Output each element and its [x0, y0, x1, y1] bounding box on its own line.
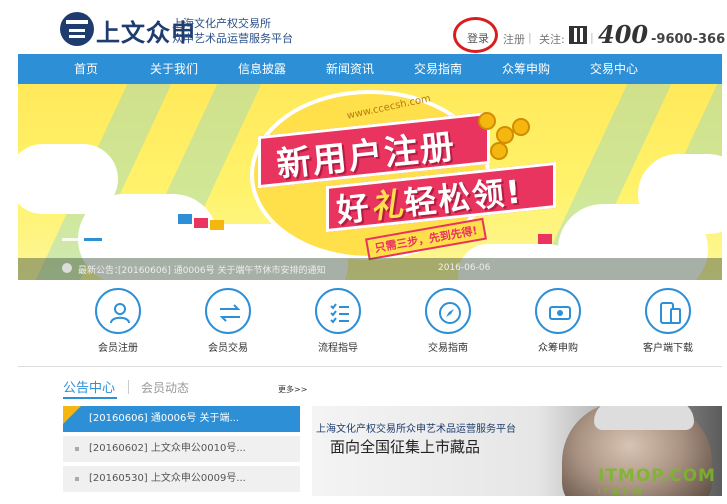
list-item-text: [20160602] 上文众申公0010号...: [89, 443, 246, 454]
list-item[interactable]: [20160530] 上文众申公0009号...: [63, 466, 300, 492]
coin-icon: [512, 118, 530, 136]
service-crowdfunding[interactable]: 众筹申购: [523, 288, 593, 354]
service-icons: 会员注册 会员交易 流程指导 交易指南 众筹申购 客户端下载: [0, 288, 727, 358]
logo-seal-icon[interactable]: [60, 12, 94, 46]
logo-subtitle-exchange: 上海文化产权交易所: [172, 17, 271, 30]
service-trade-guide[interactable]: 交易指南: [413, 288, 483, 354]
slider-dot-active[interactable]: [84, 238, 102, 241]
section-divider: [18, 366, 722, 367]
tab-active-underline: [63, 397, 117, 399]
watermark-logo: ITMOP.COM: [598, 466, 716, 486]
logo-subtitle-platform: 众申艺术品运营服务平台: [172, 32, 293, 45]
portrait-hair: [594, 406, 694, 430]
qr-code-icon[interactable]: [569, 26, 587, 44]
promo-title: 上海文化产权交易所众申艺术品运营服务平台: [316, 424, 516, 435]
compass-icon: [439, 302, 461, 324]
coin-icon: [490, 142, 508, 160]
flag-decoration-icon: [538, 234, 552, 244]
header-separator: |: [528, 31, 532, 44]
headline-gift-highlight: 礼: [368, 184, 407, 227]
nav-item-guide[interactable]: 交易指南: [394, 54, 482, 84]
site-header: 上文众申 上海文化产权交易所 众申艺术品运营服务平台 登录 注册 | 关注: |…: [0, 0, 727, 54]
service-label: 客户端下载: [643, 343, 693, 354]
service-label: 交易指南: [428, 343, 468, 354]
flag-decoration-icon: [194, 218, 208, 228]
hotline-number: -9600-366: [651, 32, 726, 47]
money-icon: [549, 306, 571, 320]
nav-item-home[interactable]: 首页: [42, 54, 130, 84]
bullet-icon: [75, 447, 79, 451]
flag-decoration-icon: [210, 220, 224, 230]
notice-link[interactable]: [20160606] 通0006号 关于端午节休市安排的通知: [118, 263, 325, 276]
user-icon: [110, 303, 130, 324]
list-item-text: [20160606] 通0006号 关于端...: [89, 413, 240, 424]
bullet-icon: [75, 477, 79, 481]
flag-decoration-icon: [178, 214, 192, 224]
service-label: 会员交易: [208, 343, 248, 354]
exchange-icon: [219, 304, 241, 322]
service-circle: [535, 288, 581, 334]
service-process-guide[interactable]: 流程指导: [303, 288, 373, 354]
notice-label: 最新公告：: [78, 266, 124, 276]
speaker-icon: [62, 263, 72, 273]
checklist-icon: [330, 303, 349, 324]
nav-item-disclosure[interactable]: 信息披露: [218, 54, 306, 84]
tab-member-news[interactable]: 会员动态: [141, 379, 189, 396]
service-member-register[interactable]: 会员注册: [83, 288, 153, 354]
tab-announcements[interactable]: 公告中心: [63, 377, 115, 396]
coin-icon: [478, 112, 496, 130]
login-link[interactable]: 登录: [467, 30, 489, 46]
slider-dot[interactable]: [106, 238, 124, 241]
service-circle: [95, 288, 141, 334]
service-client-download[interactable]: 客户端下载: [633, 288, 703, 354]
main-nav: 首页 关于我们 信息披露 新闻资讯 交易指南 众筹申购 交易中心: [18, 54, 722, 84]
nav-item-news[interactable]: 新闻资讯: [306, 54, 394, 84]
service-circle: [645, 288, 691, 334]
list-item[interactable]: [20160602] 上文众申公0010号...: [63, 436, 300, 462]
slider-dots: [62, 238, 146, 241]
service-label: 流程指导: [318, 343, 358, 354]
devices-icon: [660, 302, 681, 324]
headline-gift-post: 轻松领!: [402, 172, 525, 223]
service-circle: [205, 288, 251, 334]
nav-item-crowdfunding[interactable]: 众筹申购: [482, 54, 570, 84]
notice-date: 2016-06-06: [438, 263, 491, 273]
cloud-decoration: [638, 154, 722, 234]
list-item[interactable]: [20160606] 通0006号 关于端...: [63, 406, 300, 432]
notice-bar: 最新公告： [20160606] 通0006号 关于端午节休市安排的通知 201…: [18, 258, 722, 280]
service-circle: [425, 288, 471, 334]
promo-banner[interactable]: www.ccecsh.com 新用户注册 好礼轻松领! 只需三步，先到先得!: [18, 84, 722, 280]
slider-dot[interactable]: [128, 238, 146, 241]
tab-separator: [128, 380, 129, 394]
promo-slogan: 面向全国征集上市藏品: [330, 438, 481, 456]
service-label: 会员注册: [98, 343, 138, 354]
more-link[interactable]: 更多>>: [278, 384, 307, 395]
list-item-text: [20160530] 上文众申公0009号...: [89, 473, 246, 484]
slider-dot[interactable]: [62, 238, 80, 241]
nav-item-trading-center[interactable]: 交易中心: [570, 54, 658, 84]
header-separator: |: [590, 31, 594, 44]
nav-item-about[interactable]: 关于我们: [130, 54, 218, 84]
new-tag-icon: [63, 406, 81, 424]
announcement-list: [20160606] 通0006号 关于端... [20160602] 上文众申…: [63, 406, 300, 496]
service-label: 众筹申购: [538, 343, 578, 354]
hotline-prefix: 400: [598, 20, 649, 49]
service-circle: [315, 288, 361, 334]
headline-gift-pre: 好: [334, 188, 373, 230]
watermark-subtitle: IT猫扑网: [598, 487, 645, 496]
register-link[interactable]: 注册: [503, 31, 525, 47]
follow-label: 关注:: [539, 33, 565, 46]
service-member-trade[interactable]: 会员交易: [193, 288, 263, 354]
